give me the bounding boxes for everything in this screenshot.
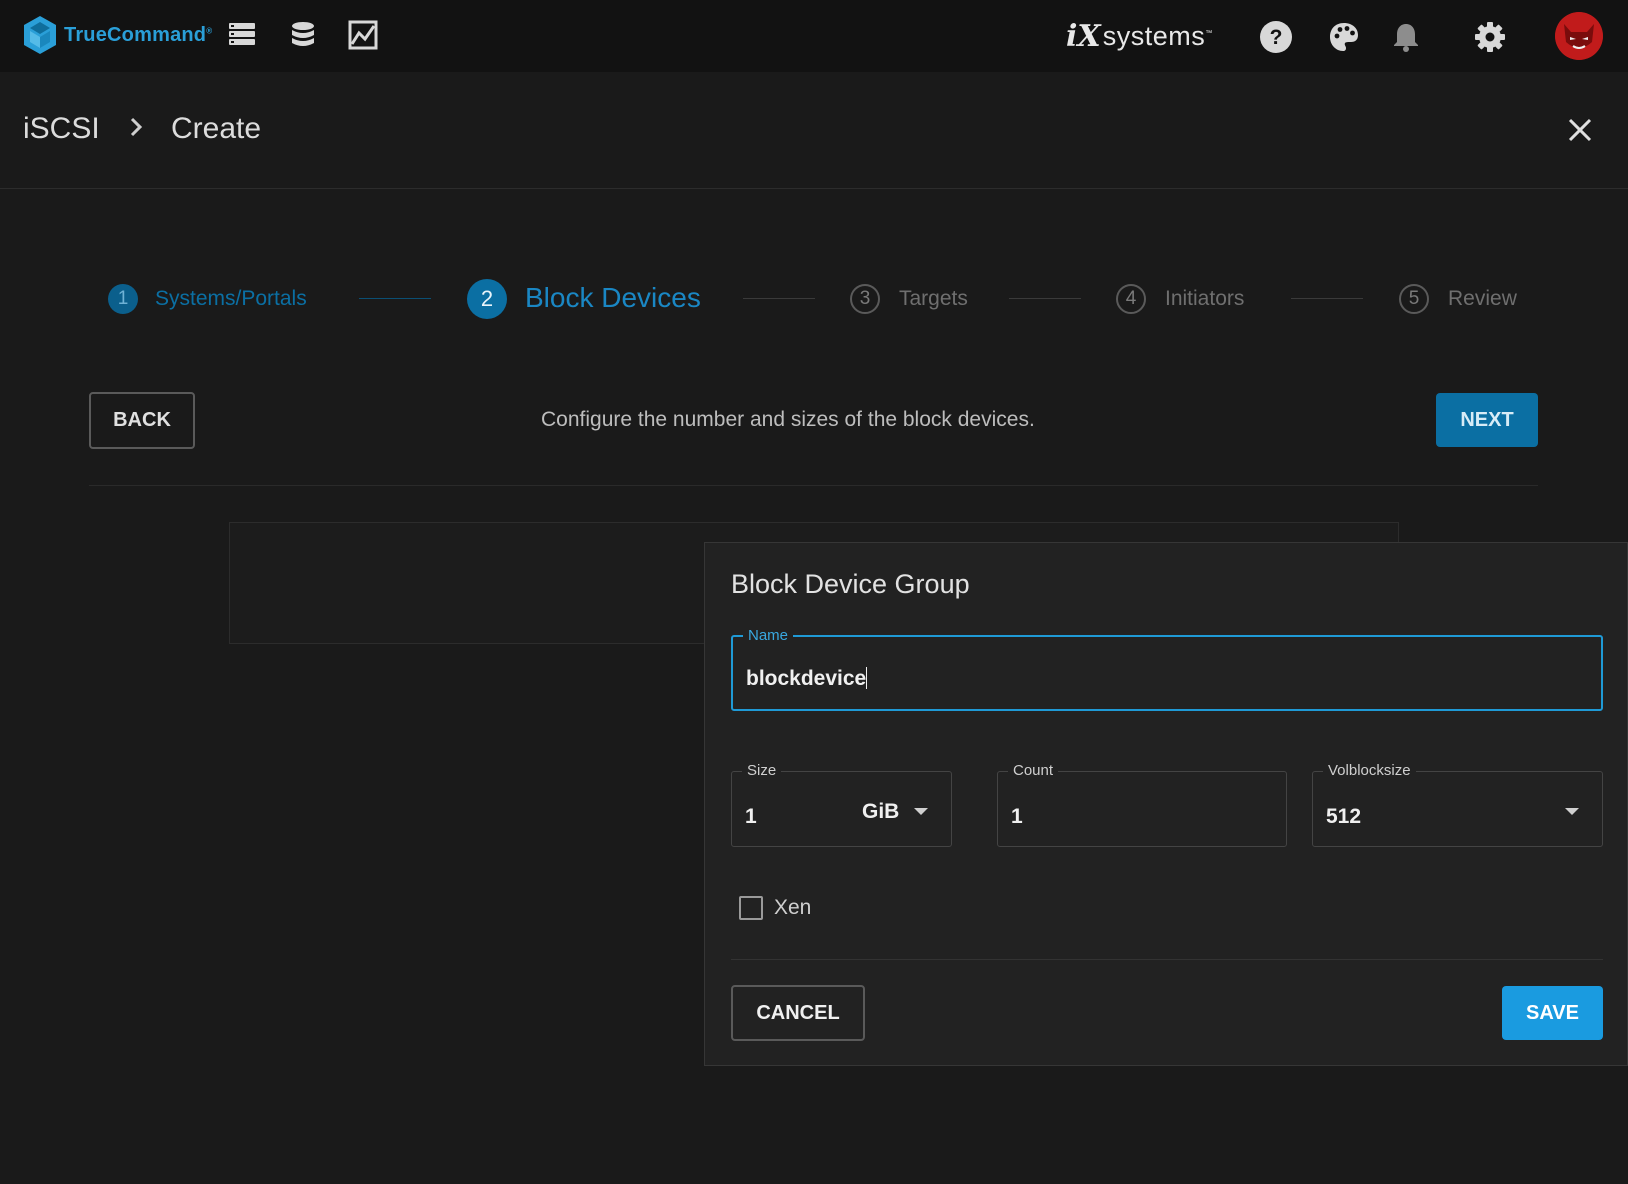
step-2-label[interactable]: Block Devices [525,282,701,314]
back-button[interactable]: BACK [89,392,195,449]
step-4-circle[interactable]: 4 [1116,284,1146,314]
page-header: iSCSI Create [0,72,1628,189]
name-label: Name [743,627,794,644]
size-label: Size [742,762,782,779]
top-bar: TrueCommand® iX systems™ ? [0,0,1628,72]
systems-icon[interactable] [227,20,257,50]
avatar-image [1555,12,1603,60]
ix-mark: iX [1066,18,1101,54]
volblocksize-label: Volblocksize [1323,762,1416,779]
svg-text:?: ? [1270,26,1283,49]
gear-icon[interactable] [1473,20,1507,54]
size-input[interactable]: 1 [745,805,757,829]
reports-icon[interactable] [348,20,378,50]
step-connector [743,298,815,299]
step-3-circle[interactable]: 3 [850,284,880,314]
next-button[interactable]: NEXT [1436,393,1538,447]
breadcrumb-iscsi[interactable]: iSCSI [23,112,100,146]
divider [89,485,1538,486]
step-3-label[interactable]: Targets [899,287,968,311]
volblocksize-field[interactable]: Volblocksize 512 [1312,762,1603,847]
logo-text: TrueCommand® [64,23,213,46]
truecommand-logo[interactable]: TrueCommand® [22,14,212,56]
size-field[interactable]: Size 1 GiB [731,762,952,847]
step-instruction: Configure the number and sizes of the bl… [541,408,1035,431]
breadcrumb-current: Create [171,112,262,145]
volblocksize-select[interactable]: 512 [1326,805,1361,829]
palette-icon[interactable] [1327,20,1361,54]
chevron-down-icon[interactable] [1565,808,1579,815]
ix-word: systems™ [1102,20,1213,51]
dialog-title: Block Device Group [731,569,970,599]
truecommand-logo-icon [24,16,56,54]
text-caret [866,667,868,689]
close-icon[interactable] [1566,116,1594,144]
step-connector [1291,298,1363,299]
count-label: Count [1008,762,1059,779]
step-connector [1009,298,1081,299]
ixsystems-logo: iX systems™ [1066,18,1212,54]
step-1-label[interactable]: Systems/Portals [155,287,307,311]
count-input[interactable]: 1 [1011,805,1023,829]
step-2-circle[interactable]: 2 [467,279,507,319]
dialog-divider [731,959,1603,960]
step-5-circle[interactable]: 5 [1399,284,1429,314]
count-field[interactable]: Count 1 [997,762,1287,847]
help-icon[interactable]: ? [1259,20,1293,54]
chevron-down-icon[interactable] [914,808,928,815]
size-unit-select[interactable]: GiB [862,800,899,824]
bell-icon[interactable] [1389,20,1423,54]
storage-icon[interactable] [288,20,318,50]
step-1-circle[interactable]: 1 [108,284,138,314]
save-button[interactable]: SAVE [1502,986,1603,1040]
block-device-group-dialog: Block Device Group Name blockdevice Size… [704,542,1628,1066]
name-field[interactable]: Name blockdevice [731,627,1603,711]
step-4-label[interactable]: Initiators [1165,287,1244,311]
step-5-label[interactable]: Review [1448,287,1517,311]
xen-label[interactable]: Xen [774,896,811,920]
avatar[interactable] [1555,12,1603,60]
chevron-right-icon [130,117,143,137]
cancel-button[interactable]: CANCEL [731,985,865,1041]
step-connector [359,298,431,299]
xen-checkbox[interactable] [739,896,763,920]
name-input[interactable]: blockdevice [746,667,868,691]
